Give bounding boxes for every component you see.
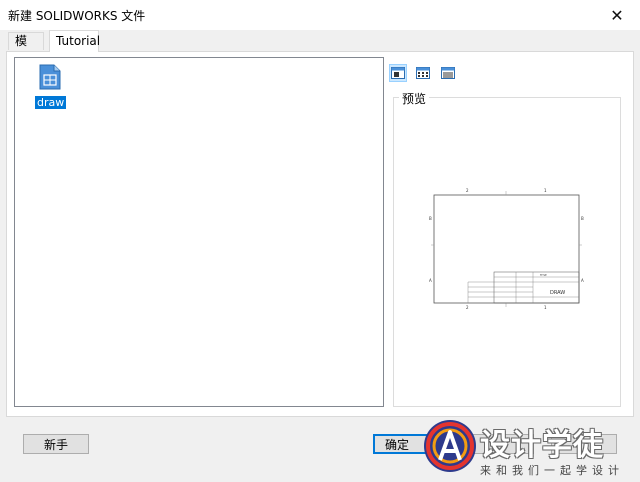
svg-text:TITLE: TITLE [540,273,547,277]
drawing-preview-thumbnail: 2 1 2 1 B B A A TITLE DRAW [429,188,584,310]
preview-label: 预览 [399,90,430,107]
tab-label: Tutorial [56,34,101,48]
close-button[interactable]: ✕ [594,0,640,30]
svg-text:A: A [581,278,584,283]
svg-text:A: A [429,278,432,283]
svg-text:1: 1 [544,305,547,310]
title-bar: 新建 SOLIDWORKS 文件 ✕ [0,0,640,30]
svg-text:2: 2 [466,188,469,193]
template-list[interactable]: draw [14,57,384,407]
large-icons-view-button[interactable] [389,64,407,82]
tab-templates[interactable]: 模板 [8,32,44,65]
svg-text:2: 2 [466,305,469,310]
close-icon: ✕ [610,5,624,25]
svg-text:B: B [581,216,584,221]
novice-button-label: 新手 [43,437,68,452]
drawing-template-icon [39,64,61,90]
ok-button-label: 确定 [384,437,409,452]
details-view-icon [441,67,455,79]
large-icons-view-icon [391,67,405,79]
list-view-button[interactable] [414,64,432,82]
watermark-subtitle: 来和我们一起学设计 [480,464,624,477]
svg-text:B: B [429,216,432,221]
svg-text:1: 1 [544,188,547,193]
watermark-logo-icon [424,420,476,472]
preview-title-block-text: DRAW [550,290,565,296]
details-view-button[interactable] [439,64,457,82]
novice-button[interactable]: 新手 [23,434,89,454]
watermark: 设计学徒 来和我们一起学设计 [420,418,630,478]
window-title: 新建 SOLIDWORKS 文件 [8,9,146,23]
template-label: draw [35,96,67,109]
tab-tutorial[interactable]: Tutorial [49,30,101,52]
list-view-icon [416,67,430,79]
template-item-draw[interactable]: draw [35,64,67,109]
watermark-title: 设计学徒 [480,428,604,463]
